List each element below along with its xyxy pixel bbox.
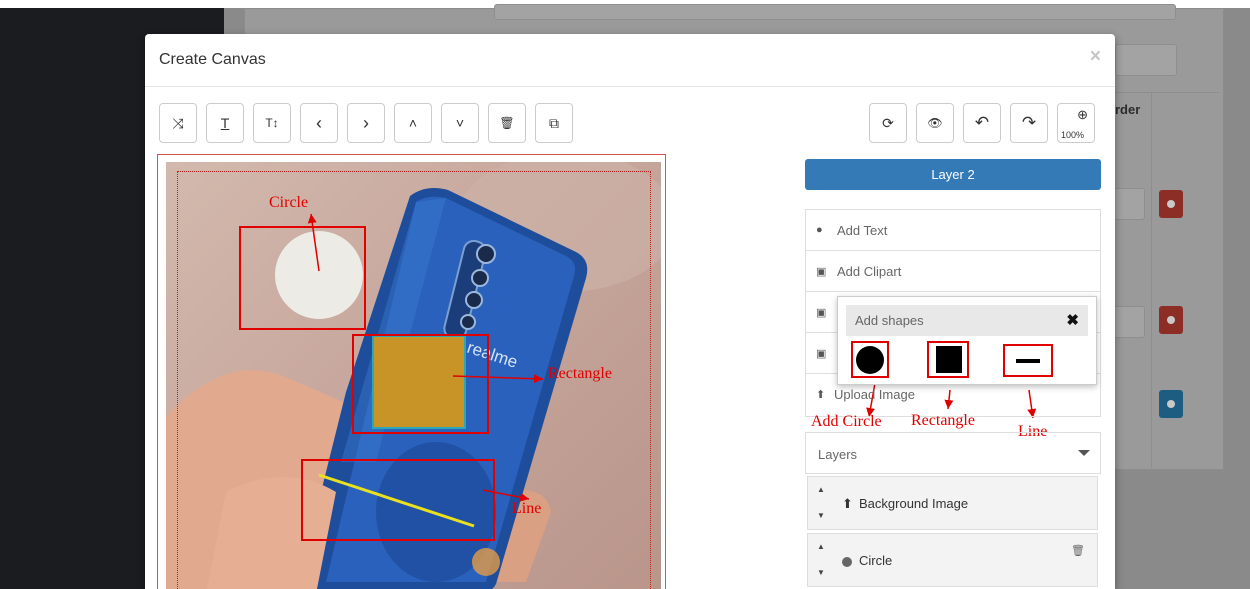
background-input — [1115, 44, 1177, 76]
shuffle-icon: ⤨ — [172, 114, 184, 131]
add-shapes-title: Add shapes — [855, 313, 924, 328]
add-line-button[interactable] — [1003, 344, 1053, 377]
move-left-button[interactable]: ‹ — [300, 103, 338, 143]
redo-button[interactable]: ↷ — [1010, 103, 1048, 143]
chevron-right-icon: › — [363, 112, 369, 133]
redo-icon: ↷ — [1021, 113, 1037, 132]
chevron-left-icon: ‹ — [316, 112, 322, 133]
upload-icon: ⬆ — [842, 496, 853, 511]
layer-item[interactable]: ▲ ▼ Circle 🗑 — [807, 533, 1098, 587]
image-icon: ▣ — [816, 266, 827, 278]
layers-title: Layers — [818, 447, 858, 462]
move-down-button[interactable]: ˅ — [441, 103, 479, 143]
add-text-label: Add Text — [837, 223, 888, 238]
duplicate-icon: ⧉ — [549, 114, 559, 131]
annotation-label-add-rectangle: Rectangle — [911, 412, 975, 429]
move-right-button[interactable]: › — [347, 103, 385, 143]
add-button — [1159, 390, 1183, 418]
zoom-level: 100% — [1061, 130, 1085, 140]
square-icon — [936, 346, 962, 373]
add-clipart-item[interactable]: ▣ Add Clipart — [806, 251, 1100, 292]
chevron-up-icon: ˄ — [408, 115, 418, 131]
circle-icon — [856, 346, 884, 374]
image-icon: ▣ — [816, 307, 827, 319]
remove-button — [1159, 190, 1183, 218]
add-rectangle-button[interactable] — [927, 341, 969, 378]
layers-dropdown[interactable]: Layers — [805, 432, 1101, 474]
zoom-icon: ⊕ — [1077, 107, 1088, 122]
table-column-header: rder — [1115, 102, 1141, 117]
close-icon[interactable]: × — [1090, 46, 1101, 68]
modal-header: Create Canvas × — [145, 34, 1115, 87]
move-up-icon[interactable]: ▲ — [817, 485, 825, 494]
plus-circle-icon: ● — [816, 224, 823, 236]
undo-icon: ↶ — [974, 113, 990, 132]
line-icon — [1016, 359, 1040, 363]
undo-button[interactable]: ↶ — [963, 103, 1001, 143]
modal-title: Create Canvas — [159, 51, 266, 68]
table-divider — [1109, 92, 1219, 93]
move-up-button[interactable]: ˄ — [394, 103, 432, 143]
add-shapes-popup: Add shapes ✖ — [837, 296, 1097, 385]
delete-button[interactable]: 🗑 — [488, 103, 526, 143]
upload-icon: ⬆ — [816, 389, 826, 401]
text-icon: T — [220, 115, 230, 131]
active-layer-button[interactable]: Layer 2 — [805, 159, 1101, 190]
annotation-label-rectangle: Rectangle — [548, 365, 612, 382]
eye-icon: 👁 — [927, 116, 943, 130]
caret-down-icon — [1078, 450, 1090, 456]
move-up-icon[interactable]: ▲ — [817, 542, 825, 551]
move-down-icon[interactable]: ▼ — [817, 568, 825, 577]
image-icon: ▣ — [816, 348, 827, 360]
remove-button — [1159, 306, 1183, 334]
text-size-icon: T↕ — [265, 116, 279, 130]
layer-item[interactable]: ▲ ▼ ⬆ Background Image — [807, 476, 1098, 530]
annotation-label-circle: Circle — [269, 194, 309, 211]
annotation-label-add-circle: Add Circle — [811, 413, 882, 430]
layer-label: Background Image — [859, 496, 969, 511]
refresh-icon: ⟳ — [882, 114, 894, 131]
add-text-item[interactable]: ● Add Text — [806, 210, 1100, 251]
zoom-button[interactable]: ⊕ 100% — [1057, 103, 1095, 143]
duplicate-button[interactable]: ⧉ — [535, 103, 573, 143]
refresh-button[interactable]: ⟳ — [869, 103, 907, 143]
layer-label: Circle — [859, 553, 893, 568]
shuffle-button[interactable]: ⤨ — [159, 103, 197, 143]
chevron-down-icon: ˅ — [455, 115, 465, 131]
add-shapes-header: Add shapes ✖ — [846, 305, 1088, 336]
upload-image-label: Upload Image — [834, 387, 915, 402]
circle-icon — [842, 557, 852, 567]
background-input — [494, 4, 1176, 20]
move-down-icon[interactable]: ▼ — [817, 511, 825, 520]
table-divider — [1151, 92, 1152, 468]
add-circle-button[interactable] — [851, 341, 889, 378]
close-icon[interactable]: ✖ — [1066, 311, 1079, 329]
annotation-label-line: Line — [512, 500, 542, 517]
add-text-tool-button[interactable]: T — [206, 103, 244, 143]
create-canvas-modal: Create Canvas × ⤨ T T↕ ‹ › ˄ ˅ 🗑 ⧉ ⟳ 👁 ↶… — [145, 34, 1115, 589]
text-size-button[interactable]: T↕ — [253, 103, 291, 143]
trash-icon[interactable]: 🗑 — [1071, 544, 1085, 557]
trash-icon: 🗑 — [499, 116, 515, 130]
add-clipart-label: Add Clipart — [837, 264, 902, 279]
preview-button[interactable]: 👁 — [916, 103, 954, 143]
